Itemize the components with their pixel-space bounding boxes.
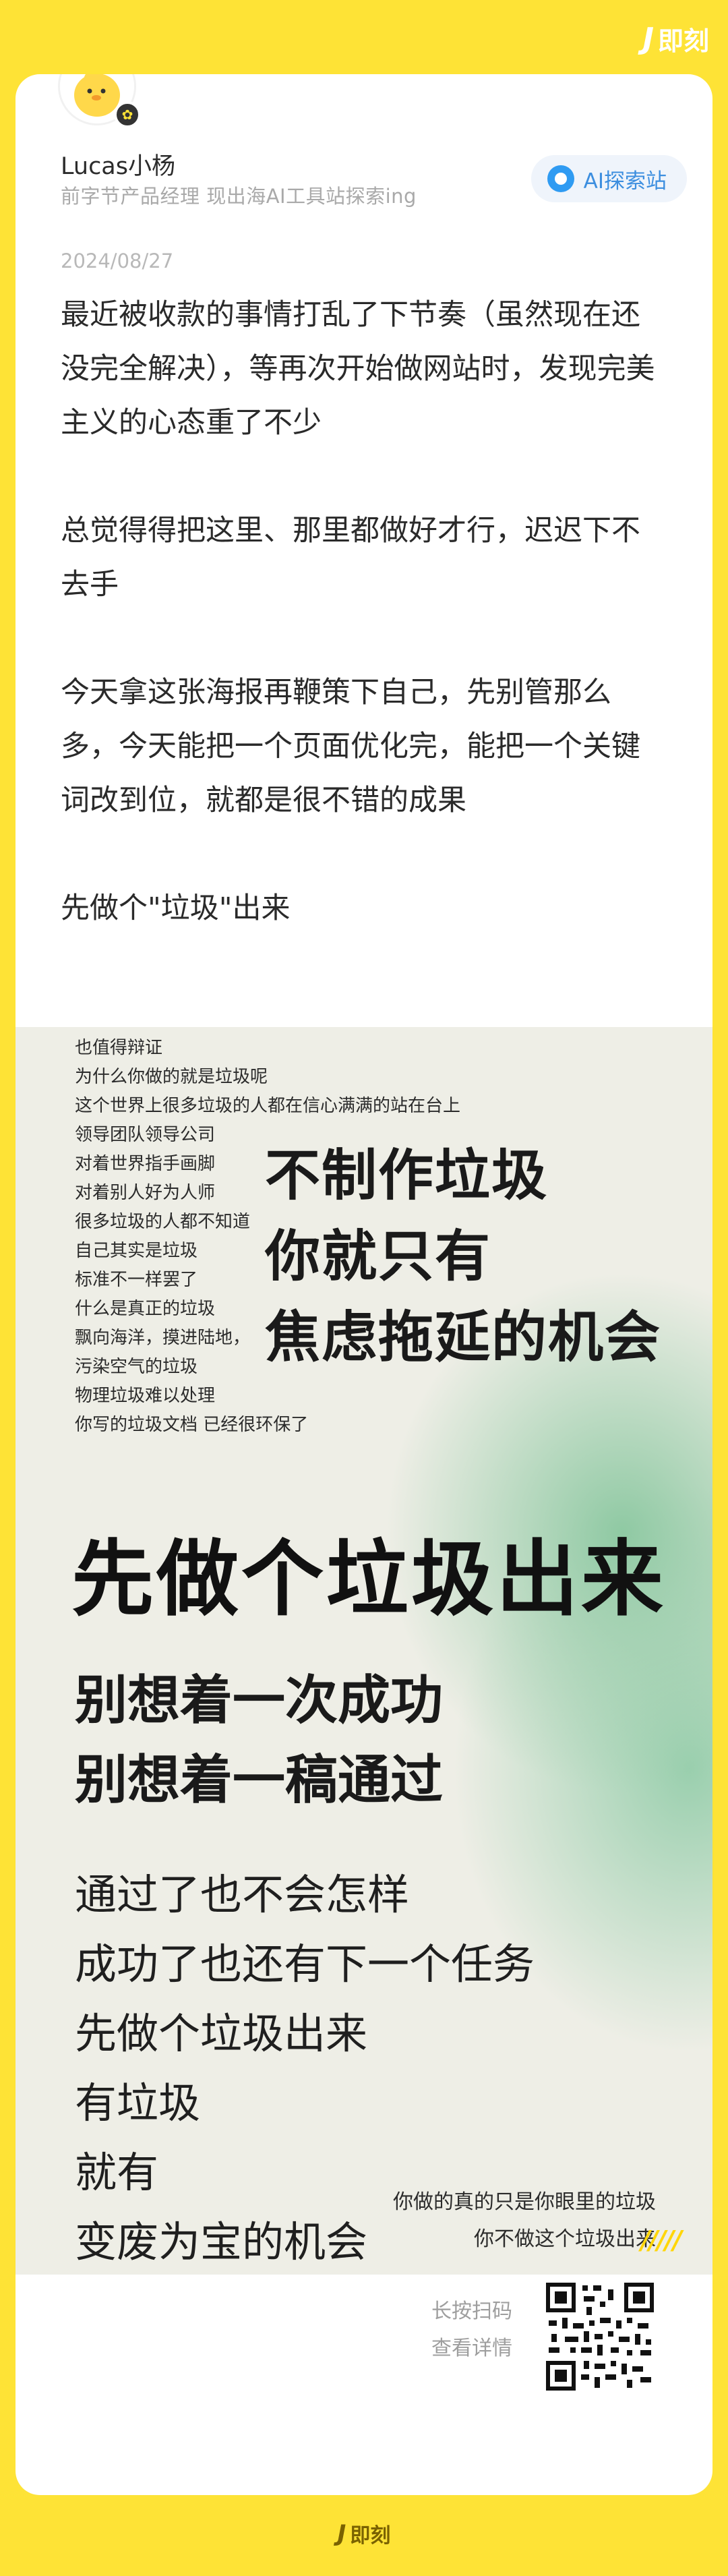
poster-medium-line: 别想着一稿通过 [75,1749,444,1811]
poster-image[interactable]: 也值得辩证 为什么你做的就是垃圾呢 这个世界上很多垃圾的人都在信心满满的站在台上… [16,1027,712,2275]
scan-hint-line: 查看详情 [431,2337,512,2360]
poster-corner-line: 你不做这个垃圾出来 [474,2227,656,2251]
author-bio: 前字节产品经理 现出海AI工具站探索ing [61,185,417,208]
qr-code-graphic [546,2283,654,2391]
poster-small-line: 你写的垃圾文档 已经很环保了 [75,1415,309,1435]
post-paragraph: 今天拿这张海报再鞭策下自己，先别管那么多，今天能把一个页面优化完，能把一个关键词… [61,676,640,817]
poster-medium-lines: 别想着一次成功 别想着一稿通过 [75,1661,443,1820]
brand-logo-bottom: J 即刻 [0,2519,728,2548]
scan-hint: 长按扫码 查看详情 [431,2293,512,2367]
poster-headline: 先做个垃圾出来 [71,1530,666,1627]
poster-body-line: 通过了也不会怎样 [75,1870,410,1919]
poster-corner-line: 你做的真的只是你眼里的垃圾 [393,2190,656,2214]
scan-hint-line: 长按扫码 [431,2300,512,2323]
brand-j-icon: J [337,2520,346,2547]
poster-body-line: 有垃圾 [75,2078,201,2128]
poster-body-line: 先做个垃圾出来 [75,2009,368,2058]
poster-medium-line: 别想着一次成功 [75,1670,444,1731]
author-name[interactable]: Lucas小杨 [61,147,175,181]
poster-big-line: 不制作垃圾 [265,1143,549,1208]
post-card: ✿ Lucas小杨 前字节产品经理 现出海AI工具站探索ing AI探索站 20… [16,74,712,2495]
poster-corner-note: 你做的真的只是你眼里的垃圾 你不做这个垃圾出来 [393,2184,656,2258]
poster-small-line: 也值得辩证 [75,1038,163,1058]
post-paragraph: 先做个"垃圾"出来 [61,891,291,925]
poster-big-line: 焦虑拖延的机会 [265,1305,662,1370]
brand-name: 即刻 [657,26,709,56]
poster-big-line: 你就只有 [265,1224,492,1289]
settings-badge-icon: ✿ [114,101,141,128]
poster-small-line: 物理垃圾难以处理 [75,1386,216,1406]
brand-j-icon: J [642,22,654,56]
decorative-slashes: ///// [640,2225,682,2255]
post-paragraph: 最近被收款的事情打乱了下节奏（虽然现在还没完全解决），等再次开始做网站时，发现完… [61,298,655,440]
poster-body-line: 成功了也还有下一个任务 [75,1939,535,1989]
qr-code-icon[interactable] [546,2283,654,2391]
topic-chip[interactable]: AI探索站 [530,155,687,202]
poster-small-line: 这个世界上很多垃圾的人都在信心满满的站在台上 [75,1096,461,1116]
topic-label: AI探索站 [583,169,667,194]
post-body: 最近被收款的事情打乱了下节奏（虽然现在还没完全解决），等再次开始做网站时，发现完… [61,288,667,935]
topic-icon [547,165,574,192]
post-date: 2024/08/27 [61,250,174,272]
brand-logo-top: J 即刻 [643,20,709,57]
poster-big-lines: 不制作垃圾 你就只有 焦虑拖延的机会 [265,1135,661,1378]
poster-small-line: 为什么你做的就是垃圾呢 [75,1067,268,1087]
brand-name-bottom: 即刻 [350,2524,391,2548]
post-paragraph: 总觉得得把这里、那里都做好才行，迟迟下不去手 [61,514,640,602]
